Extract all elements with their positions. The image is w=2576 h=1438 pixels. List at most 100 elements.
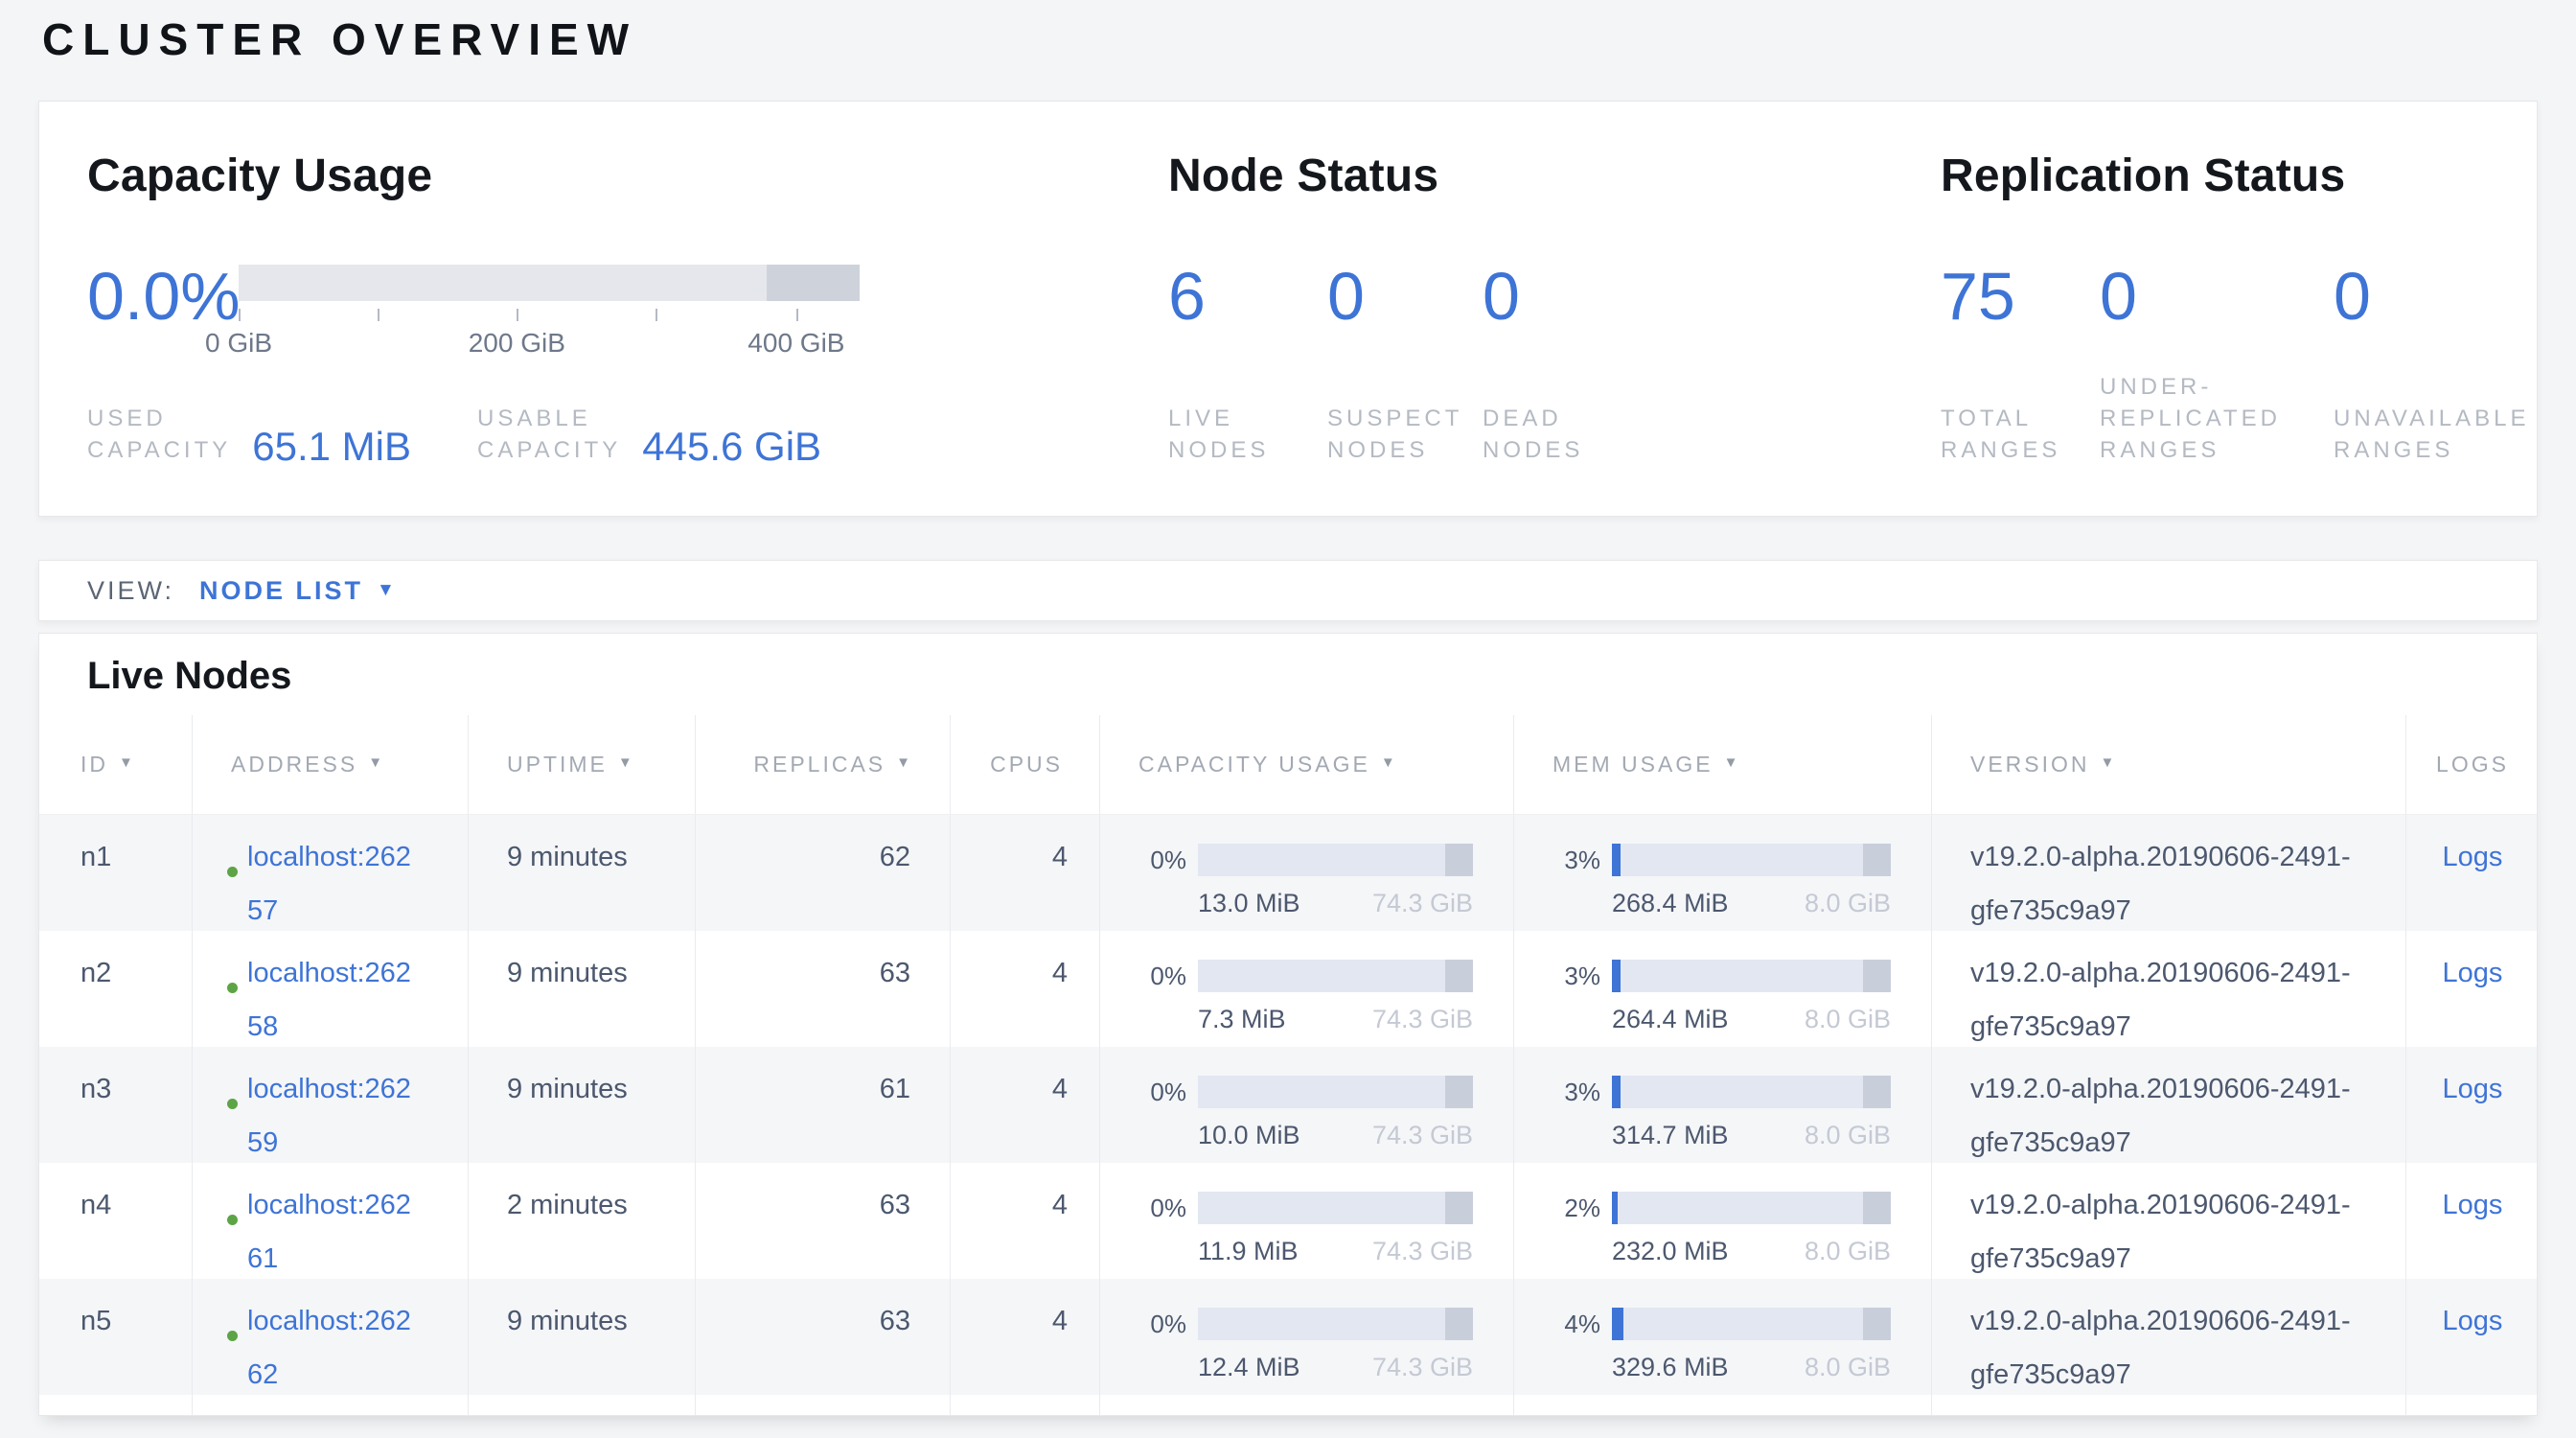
sort-arrow-icon: ▼: [368, 754, 385, 771]
node-replicas-cell: 63: [695, 1279, 950, 1402]
usable-capacity-value: 445.6 GiB: [642, 428, 821, 466]
node-replicas-cell: 62: [695, 815, 950, 938]
logs-link[interactable]: Logs: [2443, 1190, 2503, 1220]
capacity-axis-ticks: [239, 309, 860, 322]
node-uptime-cell: 2 minutes: [468, 1163, 695, 1286]
dead-nodes-count: 0: [1483, 260, 1520, 333]
column-header-mem-usage[interactable]: MEM USAGE ▼: [1513, 715, 1931, 814]
node-id-cell: n3: [39, 1047, 192, 1170]
logs-link[interactable]: Logs: [2443, 1074, 2503, 1104]
mem-bar-fill: [1612, 1308, 1623, 1340]
capacity-bar-reserved-segment: [1445, 844, 1473, 876]
column-header-uptime[interactable]: UPTIME ▼: [468, 715, 695, 814]
node-replicas-cell: 63: [695, 1163, 950, 1286]
mem-bar-fill: [1612, 1076, 1621, 1108]
node-status-section: Node Status 6 0 0 LIVE NODES SUSPECT NOD…: [1168, 150, 1897, 466]
mem-bar-reserved-segment: [1863, 1192, 1891, 1224]
under-replicated-ranges-label: UNDER- REPLICATED RANGES: [2100, 371, 2334, 466]
axis-tick-label: 200 GiB: [469, 328, 565, 359]
page-title: CLUSTER OVERVIEW: [42, 13, 637, 65]
mem-bar-reserved-segment: [1863, 1076, 1891, 1108]
under-replicated-ranges-count: 0: [2100, 260, 2334, 333]
node-address-link[interactable]: localhost:26262: [247, 1294, 418, 1402]
total-ranges-label: TOTAL RANGES: [1941, 403, 2100, 466]
live-nodes-card: Live Nodes ID ▼ ADDRESS ▼ UPTIME ▼ REPLI…: [38, 633, 2538, 1416]
node-capacity-usage-cell: 0% 11.9 MiB 74.3 GiB: [1099, 1163, 1513, 1286]
unavailable-ranges-count: 0: [2334, 260, 2371, 333]
column-header-capacity-usage[interactable]: CAPACITY USAGE ▼: [1099, 715, 1513, 814]
node-capacity-usage-cell: 0% 10.0 MiB 74.3 GiB: [1099, 1047, 1513, 1170]
sort-arrow-icon: ▼: [618, 754, 635, 771]
column-header-address[interactable]: ADDRESS ▼: [192, 715, 468, 814]
table-row-partial: [39, 1395, 2537, 1416]
node-replicas-cell: 61: [695, 1047, 950, 1170]
node-address-link[interactable]: localhost:26259: [247, 1062, 418, 1170]
logs-link[interactable]: Logs: [2443, 1306, 2503, 1336]
capacity-bar-reserved-segment: [1445, 960, 1473, 992]
node-status-title: Node Status: [1168, 150, 1897, 202]
node-capacity-usage-cell: 0% 13.0 MiB 74.3 GiB: [1099, 815, 1513, 938]
capacity-usage-title: Capacity Usage: [87, 150, 1103, 202]
column-header-replicas[interactable]: REPLICAS ▼: [695, 715, 950, 814]
column-header-id[interactable]: ID ▼: [39, 715, 192, 814]
node-version-cell: v19.2.0-alpha.20190606-2491-gfe735c9a97: [1931, 931, 2405, 1054]
mem-usage-bar: [1612, 1076, 1891, 1108]
live-nodes-label: LIVE NODES: [1168, 403, 1327, 466]
table-body: n1 localhost:26257 9 minutes 62 4 0% 13.…: [39, 815, 2537, 1416]
column-header-version[interactable]: VERSION ▼: [1931, 715, 2405, 814]
node-id-cell: n4: [39, 1163, 192, 1286]
table-row: n4 localhost:26261 2 minutes 63 4 0% 11.…: [39, 1163, 2537, 1279]
node-live-status-icon: [227, 1215, 238, 1225]
axis-tick-mark: [517, 309, 518, 321]
node-logs-cell: Logs: [2405, 1047, 2538, 1170]
node-replicas-cell: 63: [695, 931, 950, 1054]
node-address-cell: localhost:26258: [192, 931, 468, 1054]
dead-nodes-label: DEAD NODES: [1483, 403, 1583, 466]
node-logs-cell: Logs: [2405, 815, 2538, 938]
axis-tick-label: 400 GiB: [748, 328, 844, 359]
used-capacity-label: USED CAPACITY: [87, 403, 231, 466]
node-logs-cell: Logs: [2405, 1279, 2538, 1402]
node-address-link[interactable]: localhost:26257: [247, 830, 418, 938]
suspect-nodes-label: SUSPECT NODES: [1327, 403, 1483, 466]
sort-arrow-icon: ▼: [1724, 754, 1741, 771]
node-capacity-usage-cell: 0% 7.3 MiB 74.3 GiB: [1099, 931, 1513, 1054]
axis-tick-mark: [656, 309, 657, 321]
node-cpus-cell: 4: [950, 815, 1099, 938]
logs-link[interactable]: Logs: [2443, 842, 2503, 872]
capacity-usage-bar: [1198, 1192, 1473, 1224]
sort-arrow-icon: ▼: [1381, 754, 1398, 771]
node-mem-usage-cell: 3% 314.7 MiB 8.0 GiB: [1513, 1047, 1931, 1170]
mem-usage-bar: [1612, 844, 1891, 876]
node-mem-usage-cell: 4% 329.6 MiB 8.0 GiB: [1513, 1279, 1931, 1402]
node-address-link[interactable]: localhost:26261: [247, 1178, 418, 1286]
table-row: n5 localhost:26262 9 minutes 63 4 0% 12.…: [39, 1279, 2537, 1395]
node-mem-usage-cell: 2% 232.0 MiB 8.0 GiB: [1513, 1163, 1931, 1286]
node-capacity-usage-cell: 0% 12.4 MiB 74.3 GiB: [1099, 1279, 1513, 1402]
node-address-link[interactable]: localhost:26258: [247, 946, 418, 1054]
node-live-status-icon: [227, 983, 238, 993]
table-row: n2 localhost:26258 9 minutes 63 4 0% 7.3…: [39, 931, 2537, 1047]
node-mem-usage-cell: 3% 264.4 MiB 8.0 GiB: [1513, 931, 1931, 1054]
view-selector-bar: VIEW: NODE LIST ▼: [38, 560, 2538, 621]
replication-status-title: Replication Status: [1941, 150, 2535, 202]
mem-usage-bar: [1612, 1308, 1891, 1340]
sort-arrow-icon: ▼: [2101, 754, 2118, 771]
view-dropdown-value[interactable]: NODE LIST: [199, 576, 363, 606]
table-row: n3 localhost:26259 9 minutes 61 4 0% 10.…: [39, 1047, 2537, 1163]
suspect-nodes-count: 0: [1327, 260, 1483, 333]
node-address-cell: localhost:26261: [192, 1163, 468, 1286]
capacity-axis-labels: 0 GiB200 GiB400 GiB: [239, 328, 860, 360]
node-uptime-cell: 9 minutes: [468, 931, 695, 1054]
logs-link[interactable]: Logs: [2443, 958, 2503, 988]
node-cpus-cell: 4: [950, 931, 1099, 1054]
capacity-usage-bar: [1198, 1076, 1473, 1108]
node-logs-cell: Logs: [2405, 1163, 2538, 1286]
node-id-cell: n2: [39, 931, 192, 1054]
usable-capacity-label: USABLE CAPACITY: [477, 403, 621, 466]
capacity-usage-bar: 0 GiB200 GiB400 GiB: [239, 265, 860, 360]
capacity-bar-reserved-segment: [1445, 1076, 1473, 1108]
mem-bar-reserved-segment: [1863, 1308, 1891, 1340]
used-capacity-value: 65.1 MiB: [252, 428, 411, 466]
view-dropdown[interactable]: NODE LIST ▼: [199, 576, 395, 606]
